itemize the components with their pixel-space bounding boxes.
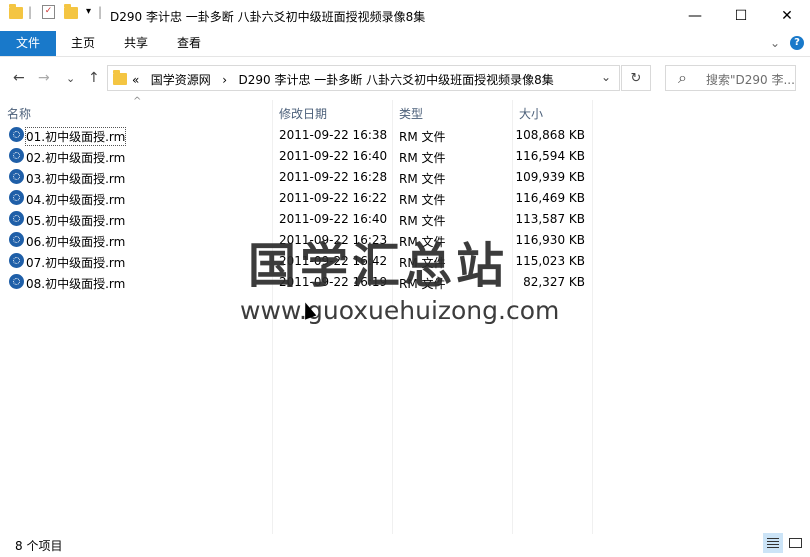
file-size: 82,327 KB bbox=[523, 275, 585, 289]
large-icons-view-icon bbox=[789, 538, 802, 548]
separator: | bbox=[98, 5, 103, 19]
file-date: 2011-09-22 16:38 bbox=[279, 128, 388, 142]
file-row[interactable]: 04.初中级面授.rm 2011-09-22 16:22 RM 文件 116,4… bbox=[0, 188, 600, 209]
navigation-bar: ← → ⌄ ↑ « 国学资源网 › D290 李计忠 一卦多断 八卦六爻初中级班… bbox=[0, 57, 810, 99]
rm-file-icon bbox=[9, 232, 24, 247]
breadcrumb: « 国学资源网 › D290 李计忠 一卦多断 八卦六爻初中级班面授视频录像8集 bbox=[132, 71, 554, 88]
forward-button[interactable]: → bbox=[38, 70, 50, 86]
column-header-size[interactable]: 大小 bbox=[519, 105, 543, 122]
file-row[interactable]: 03.初中级面授.rm 2011-09-22 16:28 RM 文件 109,9… bbox=[0, 167, 600, 188]
title-bar: | ✓ ▾ | D290 李计忠 一卦多断 八卦六爻初中级班面授视频录像8集 —… bbox=[0, 0, 810, 31]
window-title: D290 李计忠 一卦多断 八卦六爻初中级班面授视频录像8集 bbox=[110, 10, 426, 24]
watermark-url: www.guoxuehuizong.com bbox=[240, 296, 560, 325]
file-type: RM 文件 bbox=[399, 151, 446, 165]
file-size: 109,939 KB bbox=[515, 170, 585, 184]
ribbon: 文件 主页 共享 查看 ⌄ ? bbox=[0, 31, 810, 57]
breadcrumb-separator[interactable]: › bbox=[222, 73, 227, 87]
rm-file-icon bbox=[9, 274, 24, 289]
rm-file-icon bbox=[9, 148, 24, 163]
rm-file-icon bbox=[9, 127, 24, 142]
column-headers: ^ 名称 修改日期 类型 大小 bbox=[0, 96, 810, 124]
column-header-type[interactable]: 类型 bbox=[399, 105, 423, 122]
item-count: 8 个项目 bbox=[15, 539, 63, 553]
back-button[interactable]: ← bbox=[13, 70, 25, 86]
file-row[interactable]: 01.初中级面授.rm 2011-09-22 16:38 RM 文件 108,8… bbox=[0, 125, 600, 146]
tab-share[interactable]: 共享 bbox=[113, 31, 159, 56]
ribbon-collapse-icon[interactable]: ⌄ bbox=[766, 31, 784, 56]
refresh-button[interactable]: ↻ bbox=[621, 65, 651, 91]
address-bar[interactable]: « 国学资源网 › D290 李计忠 一卦多断 八卦六爻初中级班面授视频录像8集… bbox=[107, 65, 620, 91]
tab-home[interactable]: 主页 bbox=[60, 31, 106, 56]
recent-locations-icon[interactable]: ⌄ bbox=[66, 72, 75, 85]
file-name[interactable]: 06.初中级面授.rm bbox=[26, 233, 125, 250]
file-date: 2011-09-22 16:28 bbox=[279, 170, 388, 184]
close-button[interactable]: ✕ bbox=[764, 0, 810, 31]
details-view-icon bbox=[767, 538, 779, 539]
file-type: RM 文件 bbox=[399, 193, 446, 207]
file-type: RM 文件 bbox=[399, 172, 446, 186]
minimize-button[interactable]: — bbox=[672, 0, 718, 31]
rm-file-icon bbox=[9, 190, 24, 205]
new-folder-icon[interactable] bbox=[64, 4, 78, 19]
file-name[interactable]: 02.初中级面授.rm bbox=[26, 149, 125, 166]
breadcrumb-item[interactable]: 国学资源网 bbox=[151, 73, 211, 87]
file-size: 113,587 KB bbox=[515, 212, 585, 226]
maximize-button[interactable]: ☐ bbox=[718, 0, 764, 31]
tab-view[interactable]: 查看 bbox=[166, 31, 212, 56]
file-size: 115,023 KB bbox=[515, 254, 585, 268]
sort-ascending-icon: ^ bbox=[133, 96, 142, 107]
watermark-title: 国学汇总站 bbox=[248, 238, 509, 294]
file-name[interactable]: 05.初中级面授.rm bbox=[26, 212, 125, 229]
tab-file[interactable]: 文件 bbox=[0, 31, 56, 56]
breadcrumb-item[interactable]: D290 李计忠 一卦多断 八卦六爻初中级班面授视频录像8集 bbox=[239, 73, 554, 87]
large-icons-view-button[interactable] bbox=[785, 533, 805, 553]
file-name[interactable]: 01.初中级面授.rm bbox=[24, 127, 127, 146]
separator: | bbox=[28, 5, 33, 19]
file-size: 108,868 KB bbox=[515, 128, 585, 142]
file-name[interactable]: 07.初中级面授.rm bbox=[26, 254, 125, 271]
search-icon: ⌕ bbox=[678, 68, 687, 87]
file-row[interactable]: 02.初中级面授.rm 2011-09-22 16:40 RM 文件 116,5… bbox=[0, 146, 600, 167]
file-name[interactable]: 08.初中级面授.rm bbox=[26, 275, 125, 292]
up-button[interactable]: ↑ bbox=[88, 70, 100, 86]
file-name[interactable]: 04.初中级面授.rm bbox=[26, 191, 125, 208]
rm-file-icon bbox=[9, 211, 24, 226]
file-date: 2011-09-22 16:40 bbox=[279, 212, 388, 226]
file-date: 2011-09-22 16:22 bbox=[279, 191, 388, 205]
rm-file-icon bbox=[9, 169, 24, 184]
properties-icon[interactable]: ✓ bbox=[42, 5, 55, 19]
file-size: 116,930 KB bbox=[515, 233, 585, 247]
details-view-button[interactable] bbox=[763, 533, 783, 553]
search-placeholder: 搜索"D290 李... bbox=[706, 73, 795, 87]
file-size: 116,594 KB bbox=[515, 149, 585, 163]
search-input[interactable]: ⌕ 搜索"D290 李... bbox=[665, 65, 796, 91]
column-header-date[interactable]: 修改日期 bbox=[279, 105, 327, 122]
file-date: 2011-09-22 16:40 bbox=[279, 149, 388, 163]
status-bar: 8 个项目 bbox=[0, 534, 810, 557]
help-icon[interactable]: ? bbox=[790, 36, 804, 50]
file-size: 116,469 KB bbox=[515, 191, 585, 205]
file-type: RM 文件 bbox=[399, 130, 446, 144]
folder-icon bbox=[113, 70, 127, 85]
folder-icon bbox=[9, 4, 23, 19]
breadcrumb-overflow[interactable]: « bbox=[132, 73, 139, 87]
file-name[interactable]: 03.初中级面授.rm bbox=[26, 170, 125, 187]
column-header-name[interactable]: 名称 bbox=[7, 105, 31, 122]
rm-file-icon bbox=[9, 253, 24, 268]
quick-access-dropdown-icon[interactable]: ▾ bbox=[86, 6, 91, 17]
address-dropdown-icon[interactable]: ⌄ bbox=[601, 70, 611, 84]
